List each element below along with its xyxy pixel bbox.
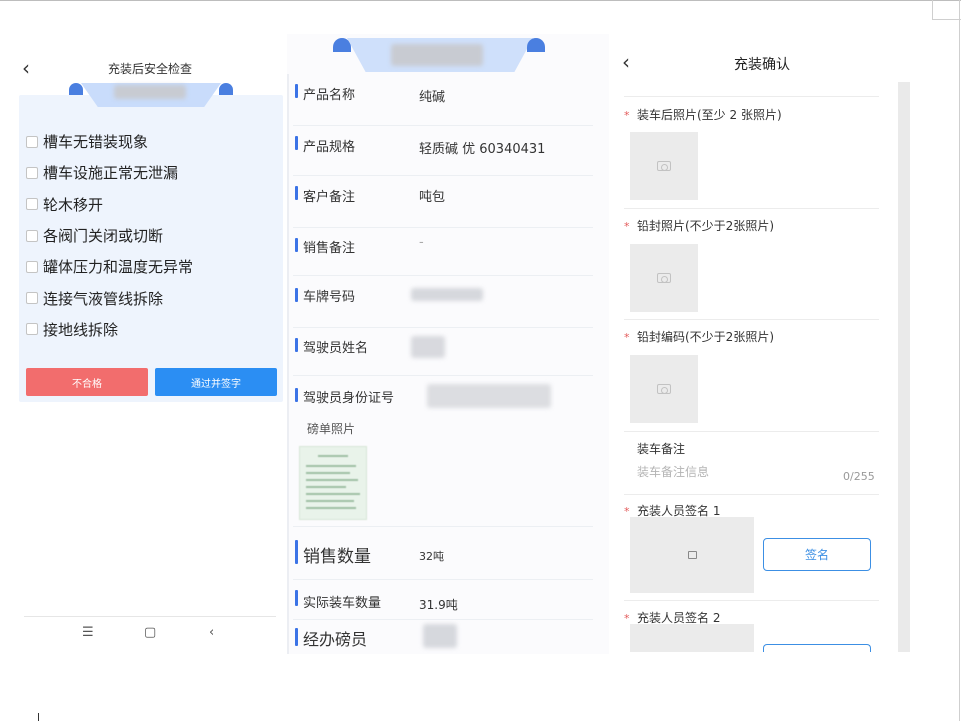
window-corner: [932, 0, 961, 20]
detail-row: 驾驶员身份证号: [293, 376, 593, 418]
checkbox[interactable]: [26, 323, 38, 336]
section-label: 铅封编码(不少于2张照片): [637, 330, 774, 344]
order-detail-screen: 产品名称 纯碱 产品规格 轻质碱 优 60340431 客户备注 吨包 销售备注…: [287, 34, 609, 654]
row-value: 纯碱: [419, 90, 446, 105]
check-item[interactable]: 连接气液管线拆除: [26, 282, 193, 313]
required-mark: *: [624, 331, 630, 344]
row-label: 驾驶员姓名: [303, 341, 369, 356]
detail-row: 驾驶员姓名: [293, 328, 593, 376]
camera-icon: [657, 161, 671, 171]
home-icon[interactable]: ▢: [144, 625, 156, 640]
pass-and-sign-button[interactable]: 通过并签字: [155, 368, 277, 396]
detail-row: 经办磅员: [293, 620, 593, 654]
photo-upload[interactable]: [630, 244, 698, 312]
redacted-name: [411, 336, 445, 358]
char-counter: 0/255: [843, 470, 875, 483]
required-mark: *: [624, 220, 630, 233]
reject-button[interactable]: 不合格: [26, 368, 148, 396]
row-value: 轻质碱 优 60340431: [419, 142, 546, 157]
redacted-id-number: [427, 384, 551, 408]
signature-preview: [630, 517, 754, 593]
signature-preview: [630, 624, 754, 652]
sign-button[interactable]: [763, 644, 871, 652]
row-label: 经办磅员: [303, 630, 368, 649]
row-label: 车牌号码: [303, 290, 356, 305]
redacted-operator: [423, 624, 457, 648]
window-right-border: [959, 0, 960, 721]
row-label: 产品名称: [303, 88, 356, 103]
row-label: 实际装车数量: [303, 596, 382, 611]
row-value: 32吨: [419, 550, 444, 563]
detail-row: 销售备注 -: [293, 228, 593, 276]
safety-check-screen: ‹ 充装后安全检查 槽车无错装现象 槽车设施正常无泄漏 轮木移开 各阀门关闭或切…: [14, 40, 286, 660]
weigh-ticket-photo[interactable]: [299, 446, 367, 520]
row-label: 客户备注: [303, 190, 356, 205]
detail-header-tab: [333, 38, 545, 72]
check-item[interactable]: 各阀门关闭或切断: [26, 220, 193, 251]
check-item[interactable]: 接地线拆除: [26, 314, 193, 345]
required-mark: *: [624, 109, 630, 122]
detail-row: 销售数量 32吨: [293, 530, 593, 580]
text-cursor: [38, 713, 39, 721]
row-value: 吨包: [419, 190, 446, 205]
menu-icon[interactable]: ☰: [82, 625, 94, 640]
detail-row: 客户备注 吨包: [293, 176, 593, 228]
check-label: 接地线拆除: [43, 320, 119, 339]
checkbox[interactable]: [26, 135, 38, 148]
row-value: 31.9吨: [419, 598, 458, 612]
card-header-tab: [69, 83, 233, 107]
section-label: 装车后照片(至少 2 张照片): [637, 108, 782, 122]
redacted-title: [391, 44, 483, 66]
check-item[interactable]: 轮木移开: [26, 189, 193, 220]
checkbox[interactable]: [26, 198, 38, 211]
camera-icon: [657, 273, 671, 283]
row-label: 销售数量: [303, 547, 371, 567]
checkbox[interactable]: [26, 260, 38, 273]
check-item[interactable]: 槽车设施正常无泄漏: [26, 157, 193, 188]
checklist: 槽车无错装现象 槽车设施正常无泄漏 轮木移开 各阀门关闭或切断 罐体压力和温度无…: [26, 126, 193, 345]
check-label: 各阀门关闭或切断: [43, 227, 164, 246]
checkbox[interactable]: [26, 166, 38, 179]
row-label: 产品规格: [303, 140, 356, 155]
check-label: 槽车无错装现象: [43, 133, 149, 152]
window-top-border: [0, 0, 961, 1]
row-label: 驾驶员身份证号: [303, 391, 395, 406]
required-mark: *: [624, 505, 630, 518]
page-title: 充装后安全检查: [107, 62, 192, 76]
detail-row: 车牌号码: [293, 276, 593, 328]
row-label: 销售备注: [303, 241, 356, 256]
checkbox[interactable]: [26, 229, 38, 242]
loading-confirm-screen: ‹ 充装确认 * 装车后照片(至少 2 张照片) * 铅封照片(不少于2张照片)…: [612, 20, 912, 652]
detail-row: 产品规格 轻质碱 优 60340431: [293, 126, 593, 176]
check-label: 连接气液管线拆除: [43, 289, 164, 308]
redacted-label: [114, 85, 186, 99]
check-label: 罐体压力和温度无异常: [43, 258, 194, 277]
photo-upload[interactable]: [630, 132, 698, 200]
page-title: 充装确认: [734, 57, 790, 73]
note-label: 装车备注: [637, 442, 686, 456]
camera-icon: [657, 384, 671, 394]
check-label: 槽车设施正常无泄漏: [43, 164, 179, 183]
back-icon[interactable]: ‹: [209, 625, 214, 640]
sign-button[interactable]: 签名: [763, 538, 871, 571]
image-icon: [687, 551, 697, 559]
check-item[interactable]: 罐体压力和温度无异常: [26, 251, 193, 282]
section-label: 铅封照片(不少于2张照片): [637, 219, 774, 233]
note-input[interactable]: 装车备注信息: [637, 463, 709, 480]
detail-row: 产品名称 纯碱: [293, 76, 593, 126]
checkbox[interactable]: [26, 292, 38, 305]
check-label: 轮木移开: [43, 195, 104, 214]
row-value: -: [419, 235, 424, 250]
redacted-plate: [411, 288, 483, 301]
photo-upload[interactable]: [630, 355, 698, 423]
check-item[interactable]: 槽车无错装现象: [26, 126, 193, 157]
system-nav-divider: [24, 616, 276, 617]
required-mark: *: [624, 612, 630, 625]
detail-row: 实际装车数量 31.9吨: [293, 580, 593, 620]
scrollbar[interactable]: [898, 82, 910, 652]
weigh-photo-label: 磅单照片: [307, 422, 356, 436]
